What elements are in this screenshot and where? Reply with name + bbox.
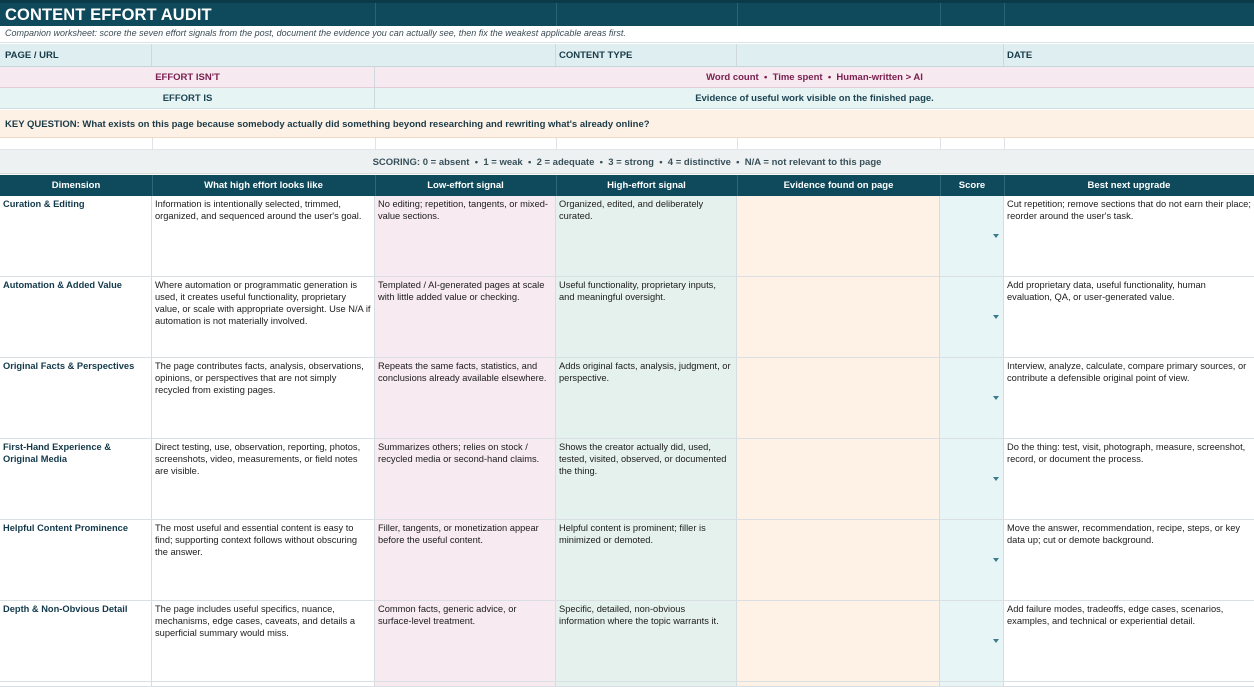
- score-dropdown[interactable]: [940, 358, 1004, 438]
- effort-isnt-value: Word count • Time spent • Human-written …: [706, 72, 923, 83]
- table-row: Automation & Added Value Where automatio…: [0, 277, 1254, 358]
- effort-isnt-row: EFFORT ISN'T Word count • Time spent • H…: [0, 67, 1254, 88]
- evidence-input[interactable]: [737, 277, 940, 357]
- key-question: KEY QUESTION: What exists on this page b…: [5, 119, 650, 130]
- evidence-input[interactable]: [737, 439, 940, 519]
- low-signal-cell: No editing; repetition, tangents, or mix…: [375, 196, 556, 276]
- upgrade-cell: Add proprietary data, useful functionali…: [1007, 280, 1206, 302]
- low-signal-cell: Repeats the same facts, statistics, and …: [375, 358, 556, 438]
- dimension-cell: Helpful Content Prominence: [0, 520, 152, 600]
- upgrade-cell: Move the answer, recommendation, recipe,…: [1007, 523, 1241, 545]
- subtitle: Companion worksheet: score the seven eff…: [5, 28, 626, 38]
- high-effort-cell: Evidence and perspectives are weighed; f…: [152, 682, 375, 686]
- high-signal-cell: Adds original facts, analysis, judgment,…: [556, 358, 737, 438]
- table-row: Original Facts & Perspectives The page c…: [0, 358, 1254, 439]
- evidence-input[interactable]: [737, 520, 940, 600]
- dimension-cell: First-Hand Experience & Original Media: [0, 439, 152, 519]
- content-type-input[interactable]: [737, 44, 1004, 66]
- score-dropdown[interactable]: [940, 682, 1004, 686]
- blank-row: [0, 138, 1254, 150]
- high-effort-cell: Information is intentionally selected, t…: [152, 196, 375, 276]
- date-label: DATE: [1007, 50, 1033, 61]
- high-signal-cell: Helpful content is prominent; filler is …: [556, 520, 737, 600]
- page-label-cell: PAGE / URL: [0, 44, 152, 66]
- table-row: Curation & Editing Information is intent…: [0, 196, 1254, 277]
- high-effort-cell: The page includes useful specifics, nuan…: [152, 601, 375, 681]
- scoring-row: SCORING: 0 = absent • 1 = weak • 2 = ade…: [0, 150, 1254, 174]
- score-dropdown[interactable]: [940, 196, 1004, 276]
- header-upgrade: Best next upgrade: [1087, 180, 1171, 191]
- effort-is-row: EFFORT IS Evidence of useful work visibl…: [0, 88, 1254, 109]
- upgrade-cell: Interview, analyze, calculate, compare p…: [1007, 361, 1247, 383]
- content-type-label: CONTENT TYPE: [559, 50, 633, 61]
- scoring-legend: SCORING: 0 = absent • 1 = weak • 2 = ade…: [372, 157, 882, 168]
- dimension-cell: Original Facts & Perspectives: [0, 358, 152, 438]
- evidence-input[interactable]: [737, 358, 940, 438]
- table-header: Dimension What high effort looks like Lo…: [0, 175, 1254, 196]
- content-type-label-cell: CONTENT TYPE: [556, 44, 737, 66]
- chevron-down-icon[interactable]: [993, 396, 999, 400]
- upgrade-cell: Add failure modes, tradeoffs, edge cases…: [1007, 604, 1224, 626]
- score-dropdown[interactable]: [940, 439, 1004, 519]
- subtitle-row: Companion worksheet: score the seven eff…: [0, 26, 1254, 43]
- upgrade-cell: Add reasoning, compare options, full per…: [1004, 682, 1254, 686]
- header-dimension: Dimension: [51, 180, 101, 191]
- high-signal-cell: Shows the creator actually did, used, te…: [556, 439, 737, 519]
- high-effort-cell: Where automation or programmatic generat…: [152, 277, 375, 357]
- high-signal-cell: Specific, detailed, non-obvious informat…: [556, 601, 737, 681]
- score-dropdown[interactable]: [940, 520, 1004, 600]
- low-signal-cell: Templated / AI-generated pages at scale …: [375, 277, 556, 357]
- upgrade-cell: Cut repetition; remove sections that do …: [1007, 199, 1251, 221]
- score-dropdown[interactable]: [940, 277, 1004, 357]
- evidence-input[interactable]: [737, 601, 940, 681]
- evidence-input[interactable]: [737, 682, 940, 686]
- dimension-cell: Curation & Editing: [0, 196, 152, 276]
- effort-is-value: Evidence of useful work visible on the f…: [695, 93, 934, 104]
- chevron-down-icon[interactable]: [993, 639, 999, 643]
- sheet-title: CONTENT EFFORT AUDIT: [5, 6, 212, 24]
- upgrade-cell: Do the thing: test, visit, photograph, m…: [1007, 442, 1246, 464]
- high-effort-cell: Direct testing, use, observation, report…: [152, 439, 375, 519]
- chevron-down-icon[interactable]: [993, 234, 999, 238]
- effort-isnt-label: EFFORT ISN'T: [155, 72, 220, 83]
- table-row: First-Hand Experience & Original Media D…: [0, 439, 1254, 520]
- table-row: Helpful Content Prominence The most usef…: [0, 520, 1254, 601]
- high-effort-cell: The page contributes facts, analysis, ob…: [152, 358, 375, 438]
- low-signal-cell: Common facts, generic advice, or surface…: [375, 601, 556, 681]
- low-signal-cell: No discussion; superficial section or: [375, 682, 556, 686]
- table-row: Discussion & Judgment Evidence and persp…: [0, 682, 1254, 687]
- evidence-input[interactable]: [737, 196, 940, 276]
- chevron-down-icon[interactable]: [993, 315, 999, 319]
- dimension-cell: Depth & Non-Obvious Detail: [0, 601, 152, 681]
- spreadsheet: CONTENT EFFORT AUDIT Companion worksheet…: [0, 0, 1254, 687]
- key-question-row: KEY QUESTION: What exists on this page b…: [0, 110, 1254, 138]
- date-label-cell: DATE: [1004, 44, 1254, 66]
- high-signal-cell: Organized, edited, and deliberately cura…: [556, 196, 737, 276]
- chevron-down-icon[interactable]: [993, 558, 999, 562]
- score-dropdown[interactable]: [940, 601, 1004, 681]
- high-signal-cell: Useful functionality, proprietary inputs…: [556, 277, 737, 357]
- table-row: Depth & Non-Obvious Detail The page incl…: [0, 601, 1254, 682]
- title-row: CONTENT EFFORT AUDIT: [0, 0, 1254, 26]
- header-score: Score: [958, 180, 986, 191]
- high-effort-cell: The most useful and essential content is…: [152, 520, 375, 600]
- header-low-signal: Low-effort signal: [427, 180, 504, 191]
- page-info-row: PAGE / URL CONTENT TYPE DATE: [0, 44, 1254, 67]
- header-evidence: Evidence found on page: [783, 180, 894, 191]
- low-signal-cell: Filler, tangents, or monetization appear…: [375, 520, 556, 600]
- high-signal-cell: Deep discussion, contrasting: [556, 682, 737, 686]
- dimension-cell: Automation & Added Value: [0, 277, 152, 357]
- header-high-signal: High-effort signal: [607, 180, 686, 191]
- header-high-effort: What high effort looks like: [204, 180, 323, 191]
- page-url-label: PAGE / URL: [5, 50, 59, 61]
- page-url-input[interactable]: [152, 44, 556, 66]
- dimension-cell: Discussion & Judgment: [0, 682, 152, 686]
- chevron-down-icon[interactable]: [993, 477, 999, 481]
- effort-is-label: EFFORT IS: [162, 93, 213, 104]
- low-signal-cell: Summarizes others; relies on stock / rec…: [375, 439, 556, 519]
